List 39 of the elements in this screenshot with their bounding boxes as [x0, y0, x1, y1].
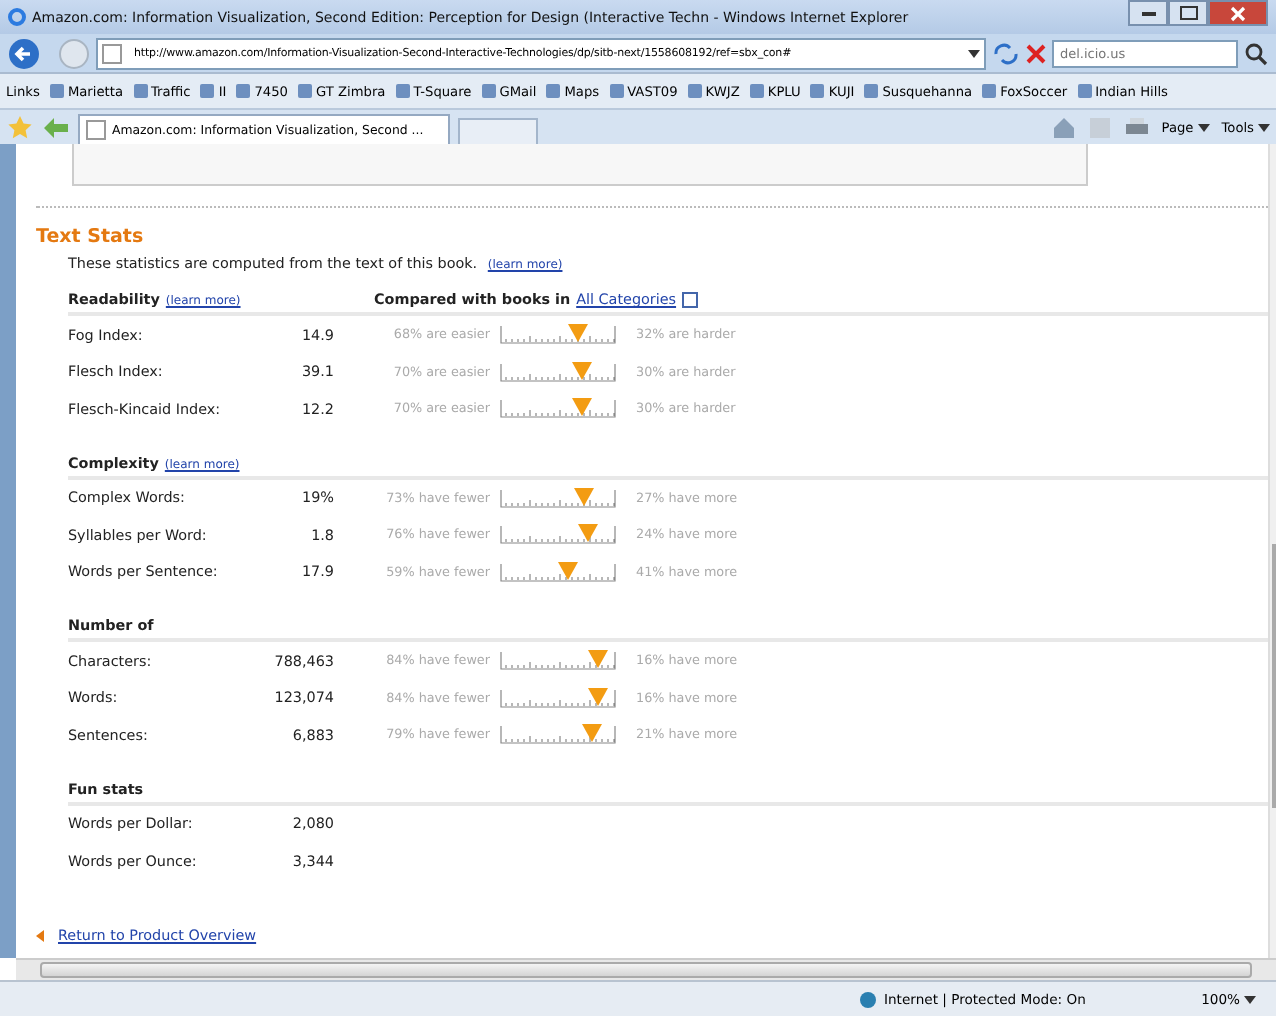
expand-icon[interactable] — [682, 291, 699, 307]
page-icon — [297, 84, 312, 98]
globe-icon — [860, 991, 876, 1007]
home-icon[interactable] — [1051, 115, 1076, 139]
page-icon — [749, 84, 764, 98]
vertical-scrollbar[interactable] — [1268, 144, 1276, 958]
close-icon — [1230, 5, 1246, 21]
page-icon — [864, 84, 879, 98]
add-favorites-icon[interactable] — [42, 115, 70, 139]
page-icon — [609, 84, 624, 98]
printer-icon[interactable] — [1123, 115, 1150, 139]
caret-icon — [1244, 995, 1256, 1003]
star-icon[interactable] — [6, 113, 34, 141]
page-icon — [1077, 84, 1092, 98]
page-icon — [395, 84, 410, 98]
caret-icon[interactable] — [968, 49, 980, 57]
minimize-button[interactable] — [1128, 0, 1168, 26]
close-button[interactable] — [1208, 0, 1268, 26]
arrow-icon — [36, 929, 44, 941]
page-icon — [546, 84, 561, 98]
page-icon — [687, 84, 702, 98]
page-icon — [200, 84, 215, 98]
browser-icon — [8, 8, 26, 26]
maximize-button[interactable] — [1168, 0, 1208, 26]
new-tab-button[interactable] — [458, 118, 538, 144]
caret-icon — [1258, 123, 1270, 131]
refresh-icon[interactable] — [992, 41, 1020, 65]
page-icon — [49, 84, 64, 98]
stop-icon[interactable] — [1026, 43, 1046, 63]
caret-icon — [1197, 123, 1210, 131]
site-icon — [102, 43, 122, 63]
page-icon — [481, 84, 496, 98]
search-icon[interactable] — [1244, 41, 1268, 65]
section-title: Text Stats — [36, 226, 146, 248]
page-icon — [810, 84, 825, 98]
page-icon — [133, 84, 147, 98]
page-icon — [236, 84, 251, 98]
page-icon — [982, 84, 997, 98]
horizontal-scrollbar[interactable] — [16, 958, 1276, 980]
